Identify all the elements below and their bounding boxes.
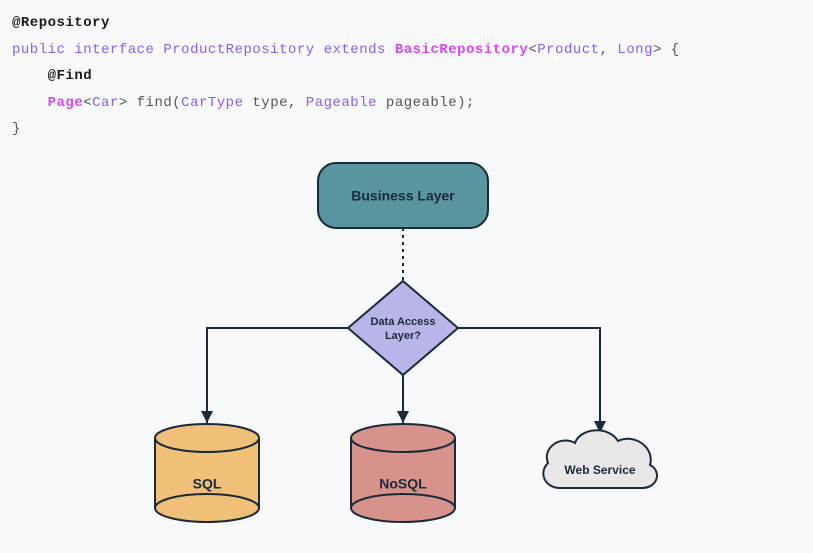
sql-label: SQL: [193, 476, 222, 492]
annotation-find: @Find: [48, 68, 93, 84]
code-line-4: Page<Car> find(CarType type, Pageable pa…: [12, 90, 801, 117]
keyword-extends: extends: [324, 42, 386, 58]
data-access-label-1: Data Access: [370, 316, 435, 328]
code-line-5: }: [12, 116, 801, 143]
type-long: Long: [617, 42, 653, 58]
annotation-repository: @Repository: [12, 15, 110, 31]
webservice-label: Web Service: [564, 463, 635, 477]
sql-node: SQL: [155, 424, 259, 522]
keyword-interface: interface: [74, 42, 154, 58]
nosql-node: NoSQL: [351, 424, 455, 522]
architecture-diagram: Business Layer Data Access Layer? SQL No…: [0, 153, 813, 553]
method-find: find(: [128, 95, 181, 111]
type-basicrepository: BasicRepository: [395, 42, 529, 58]
type-page: Page: [48, 95, 84, 111]
code-snippet: @Repository public interface ProductRepo…: [0, 0, 813, 153]
business-layer-node: Business Layer: [318, 163, 488, 228]
type-pageable: Pageable: [306, 95, 377, 111]
code-line-2: public interface ProductRepository exten…: [12, 37, 801, 64]
data-access-label-2: Layer?: [385, 330, 421, 342]
arrow-to-sql: [207, 328, 348, 423]
generic-open: <: [528, 42, 537, 58]
type-productrepository: ProductRepository: [163, 42, 314, 58]
type-car: Car: [92, 95, 119, 111]
nosql-label: NoSQL: [379, 476, 427, 492]
code-line-3: @Find: [12, 63, 801, 90]
business-layer-label: Business Layer: [351, 188, 455, 204]
type-product: Product: [537, 42, 599, 58]
brace-open: {: [662, 42, 680, 58]
arrow-to-webservice: [458, 328, 600, 433]
keyword-public: public: [12, 42, 65, 58]
webservice-node: Web Service: [543, 430, 657, 488]
type-cartype: CarType: [181, 95, 243, 111]
diagram-svg: Business Layer Data Access Layer? SQL No…: [0, 153, 813, 553]
data-access-node: Data Access Layer?: [348, 281, 458, 375]
comma: ,: [600, 42, 618, 58]
code-line-1: @Repository: [12, 10, 801, 37]
generic-close: >: [653, 42, 662, 58]
brace-close: }: [12, 121, 21, 137]
